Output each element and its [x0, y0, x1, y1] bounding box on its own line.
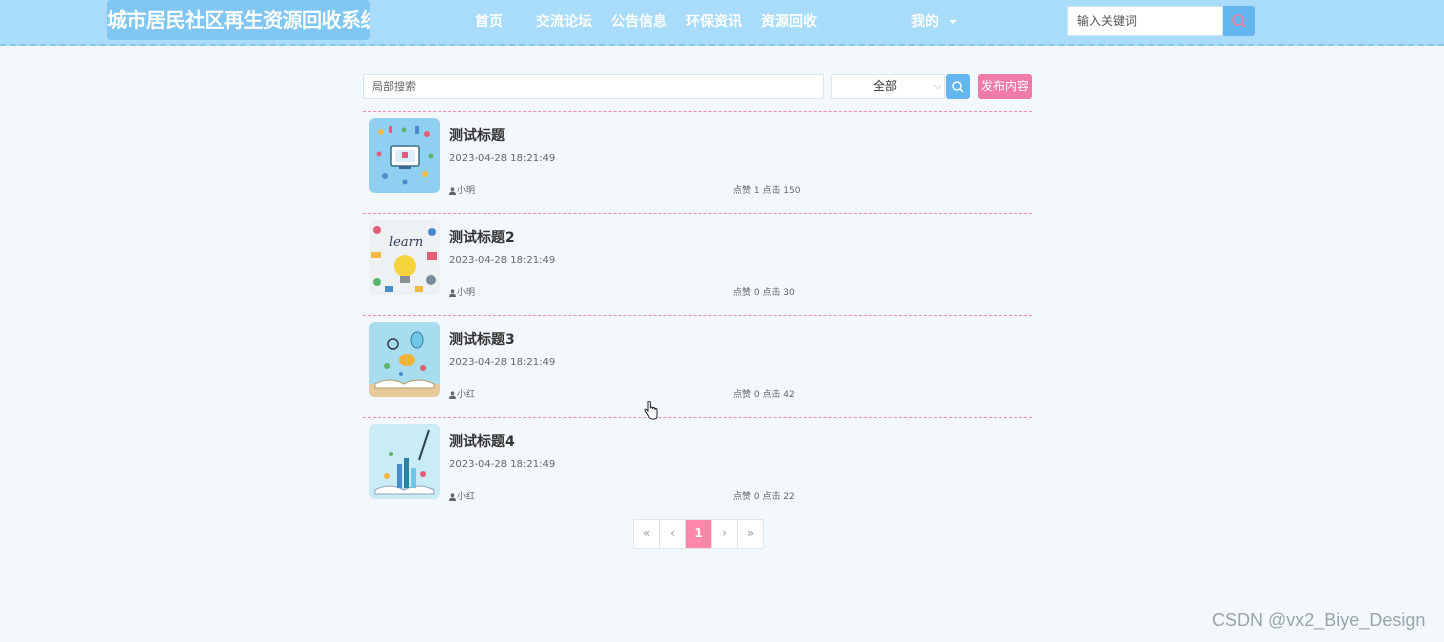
post-author-name: 小红 — [457, 492, 476, 502]
list-item[interactable]: 测试标题 2023-04-28 18:21:49 小明 点赞 1 点击 150 — [363, 111, 1032, 213]
nav-recycling[interactable]: 资源回收 — [761, 0, 817, 44]
user-menu[interactable]: 我的 — [911, 0, 957, 44]
post-stats: 点赞 1 点击 150 — [733, 186, 801, 196]
watermark: CSDN @vx2_Biye_Design — [1212, 610, 1426, 630]
post-date: 2023-04-28 18:21:49 — [449, 153, 556, 164]
filter-search-button[interactable] — [946, 74, 970, 99]
nav-announcements[interactable]: 公告信息 — [611, 0, 667, 44]
user-icon — [449, 186, 456, 195]
list-item[interactable]: 测试标题4 2023-04-28 18:21:49 小红 点赞 0 点击 22 — [363, 417, 1032, 519]
category-selected-value: 全部 — [872, 79, 897, 93]
user-icon — [449, 390, 456, 399]
post-thumbnail — [369, 118, 440, 193]
next-page-button[interactable]: › — [712, 520, 738, 548]
nav-forum[interactable]: 交流论坛 — [536, 0, 592, 44]
last-page-button[interactable]: » — [738, 520, 763, 548]
user-menu-label: 我的 — [911, 14, 939, 30]
post-title[interactable]: 测试标题4 — [449, 431, 515, 451]
top-navbar: 城市居民社区再生资源回收系统 首页 交流论坛 公告信息 环保资讯 资源回收 我的 — [0, 0, 1444, 46]
post-thumbnail — [369, 322, 440, 397]
post-title[interactable]: 测试标题3 — [449, 329, 515, 349]
list-item[interactable]: learn 测试标题2 2023-04-28 18:21:49 小明 点赞 0 … — [363, 213, 1032, 315]
keyword-search-button[interactable] — [1223, 6, 1255, 36]
post-author: 小明 — [449, 183, 475, 196]
post-stats: 点赞 0 点击 42 — [733, 390, 795, 400]
first-page-button[interactable]: « — [634, 520, 660, 548]
post-stats: 点赞 0 点击 22 — [733, 492, 795, 502]
search-icon — [952, 81, 964, 93]
post-title[interactable]: 测试标题 — [449, 125, 505, 145]
current-page-button[interactable]: 1 — [686, 520, 712, 548]
post-author-name: 小红 — [457, 390, 476, 400]
publish-content-button[interactable]: 发布内容 — [978, 74, 1032, 99]
nav-eco-news[interactable]: 环保资讯 — [686, 0, 742, 44]
svg-text:learn: learn — [389, 235, 423, 250]
hand-cursor-icon — [644, 401, 658, 420]
post-stats: 点赞 0 点击 30 — [733, 288, 795, 298]
user-icon — [449, 492, 456, 501]
category-select[interactable]: 全部 ⌵ — [831, 74, 945, 99]
post-title[interactable]: 测试标题2 — [449, 227, 515, 247]
keyword-search-input[interactable] — [1067, 6, 1223, 36]
post-author: 小明 — [449, 285, 475, 298]
post-date: 2023-04-28 18:21:49 — [449, 459, 556, 470]
post-author: 小红 — [449, 489, 475, 502]
site-title[interactable]: 城市居民社区再生资源回收系统 — [107, 0, 370, 40]
list-item[interactable]: 测试标题3 2023-04-28 18:21:49 小红 点赞 0 点击 42 — [363, 315, 1032, 417]
nav-home[interactable]: 首页 — [475, 0, 503, 44]
post-author-name: 小明 — [457, 288, 476, 298]
post-thumbnail — [369, 424, 440, 499]
post-date: 2023-04-28 18:21:49 — [449, 357, 556, 368]
post-author: 小红 — [449, 387, 475, 400]
chevron-down-icon — [949, 20, 957, 24]
post-author-name: 小明 — [457, 186, 476, 196]
user-icon — [449, 288, 456, 297]
post-thumbnail: learn — [369, 220, 440, 295]
search-icon — [1232, 14, 1246, 28]
pagination: « ‹ 1 › » — [633, 519, 764, 549]
chevron-down-icon: ⌵ — [933, 79, 942, 92]
local-search-input[interactable] — [363, 74, 824, 99]
prev-page-button[interactable]: ‹ — [660, 520, 686, 548]
post-list: 测试标题 2023-04-28 18:21:49 小明 点赞 1 点击 150 … — [363, 111, 1032, 519]
post-date: 2023-04-28 18:21:49 — [449, 255, 556, 266]
